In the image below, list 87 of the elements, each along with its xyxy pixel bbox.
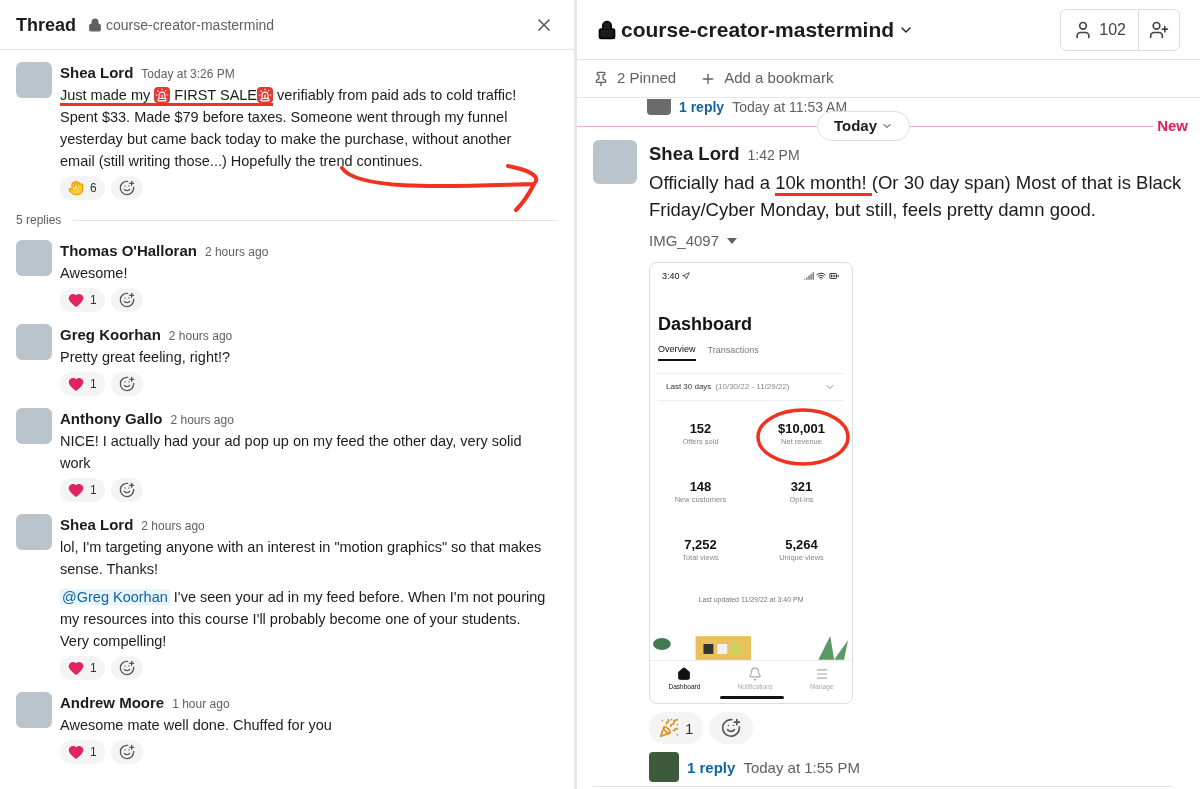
author-name[interactable]: Shea Lord	[60, 62, 134, 84]
reaction-button[interactable]: 1	[60, 740, 105, 764]
home-icon	[677, 667, 692, 681]
add-reaction-button[interactable]	[709, 712, 754, 744]
add-reaction-button[interactable]	[110, 288, 143, 312]
stat-value: 321	[790, 479, 813, 495]
timestamp[interactable]: 2 hours ago	[204, 244, 269, 260]
dashboard-title: Dashboard	[657, 313, 754, 335]
timestamp[interactable]: 1 hour ago	[172, 696, 230, 712]
status-time: 3:40	[662, 271, 680, 281]
timestamp[interactable]: 2 hours ago	[141, 518, 205, 534]
message-text: NICE! I actually had your ad pop up on my feed the other day, very solid work	[60, 432, 523, 473]
message-text: Just made my FIRST SALE verifiably from paid ads to cold traffic! Spent $33. Made $79 before taxes. Someone went through my funnel yesterday but came back today to make the purchase, without another email (still writing those...) Hopefully the trend continues.	[60, 85, 518, 171]
raised-hand-icon	[68, 180, 84, 196]
lock-icon	[597, 19, 617, 40]
message-text: Awesome!	[60, 264, 129, 283]
add-reaction-button[interactable]	[110, 656, 143, 680]
status-icons	[804, 271, 840, 281]
reaction-button[interactable]: 1	[60, 372, 105, 396]
new-messages-label: New	[1156, 115, 1188, 136]
pin-icon	[593, 70, 609, 87]
location-icon	[681, 272, 690, 280]
author-name[interactable]: Andrew Moore	[60, 692, 165, 714]
reaction-button[interactable]: 1	[60, 288, 105, 312]
add-bookmark-button[interactable]: Add a bookmark	[700, 67, 834, 90]
add-emoji-icon	[721, 718, 742, 738]
mention-link[interactable]: @Greg Koorhan	[60, 589, 170, 605]
timestamp[interactable]: 2 hours ago	[170, 412, 234, 428]
pinned-button[interactable]: 2 Pinned	[593, 67, 677, 90]
reaction-button[interactable]: 1	[60, 656, 105, 680]
author-name[interactable]: Shea Lord	[60, 514, 134, 536]
author-name[interactable]: Thomas O'Halloran	[60, 240, 197, 262]
stat-value: $10,001	[778, 421, 825, 437]
screen-tab[interactable]: Transactions	[707, 343, 759, 361]
timestamp[interactable]: 1:42 PM	[747, 142, 800, 169]
stat-value: 148	[689, 479, 712, 495]
heart-icon	[68, 744, 84, 760]
lock-icon	[88, 17, 102, 32]
timestamp[interactable]: 2 hours ago	[168, 328, 233, 344]
add-emoji-icon	[118, 744, 135, 760]
heart-icon	[68, 660, 84, 676]
author-name[interactable]: Anthony Gallo	[60, 408, 163, 430]
stat-value: 152	[689, 421, 712, 437]
add-emoji-icon	[118, 482, 135, 498]
add-emoji-icon	[118, 292, 135, 308]
message-text: Officially had a 10k month! (Or 30 day span) Most of that is Black Friday/Cyber Monday, but still, feels pretty damn good.	[649, 171, 1183, 222]
message-text: lol, I'm targeting anyone with an interest in "motion graphics" so that makes sense. Thanks!	[60, 538, 543, 579]
add-emoji-icon	[118, 660, 135, 676]
phone-screenshot[interactable]	[649, 262, 853, 704]
date-divider-button[interactable]: Today	[817, 111, 911, 141]
stat-value: 7,252	[684, 537, 717, 553]
add-emoji-icon	[118, 180, 135, 196]
siren-icon	[154, 86, 171, 103]
party-popper-icon	[659, 718, 679, 738]
reply-count: 5 replies	[16, 212, 62, 228]
author-name[interactable]: Shea Lord	[649, 140, 740, 167]
channel-title[interactable]: course-creator-mastermind	[621, 13, 915, 46]
thread-title: Thread	[16, 13, 76, 37]
stat-value: 5,264	[785, 537, 818, 553]
reaction-button[interactable]: 1	[649, 712, 704, 744]
menu-icon	[814, 667, 829, 681]
heart-icon	[68, 482, 84, 498]
reaction-button[interactable]: 1	[60, 478, 105, 502]
author-name[interactable]: Greg Koorhan	[60, 324, 161, 346]
siren-icon	[257, 86, 274, 103]
channel-name[interactable]: course-creator-mastermind	[106, 14, 275, 35]
timestamp[interactable]: Today at 3:26 PM	[141, 66, 235, 82]
message-text: Pretty great feeling, right!?	[60, 348, 232, 367]
date-range-dropdown[interactable]: Last 30 days (10/30/22 - 11/29/22)	[658, 373, 844, 401]
add-emoji-icon	[118, 376, 135, 392]
message-text: @Greg Koorhan I've seen your ad in my feed before. When I'm not pouring my resources into this course I'll probably become one of your students. Very compelling!	[60, 588, 546, 651]
add-reaction-button[interactable]	[110, 478, 143, 502]
timestamp: Today at 1:55 PM	[743, 757, 861, 778]
add-reaction-button[interactable]	[110, 176, 143, 200]
reaction-button[interactable]: 6	[60, 176, 105, 200]
thread-replies-link[interactable]: 1 reply	[679, 96, 725, 118]
message-text: Awesome mate well done. Chuffed for you	[60, 716, 333, 735]
add-reaction-button[interactable]	[110, 740, 143, 764]
screen-tab[interactable]: Overview	[658, 343, 696, 361]
add-reaction-button[interactable]	[110, 372, 143, 396]
heart-icon	[68, 292, 84, 308]
bell-icon	[748, 667, 763, 681]
attachment-name[interactable]: IMG_4097	[649, 227, 738, 254]
thread-replies-link[interactable]: 1 reply	[687, 753, 736, 781]
heart-icon	[68, 376, 84, 392]
caret-icon	[727, 236, 738, 245]
add-person-icon	[1149, 19, 1169, 40]
